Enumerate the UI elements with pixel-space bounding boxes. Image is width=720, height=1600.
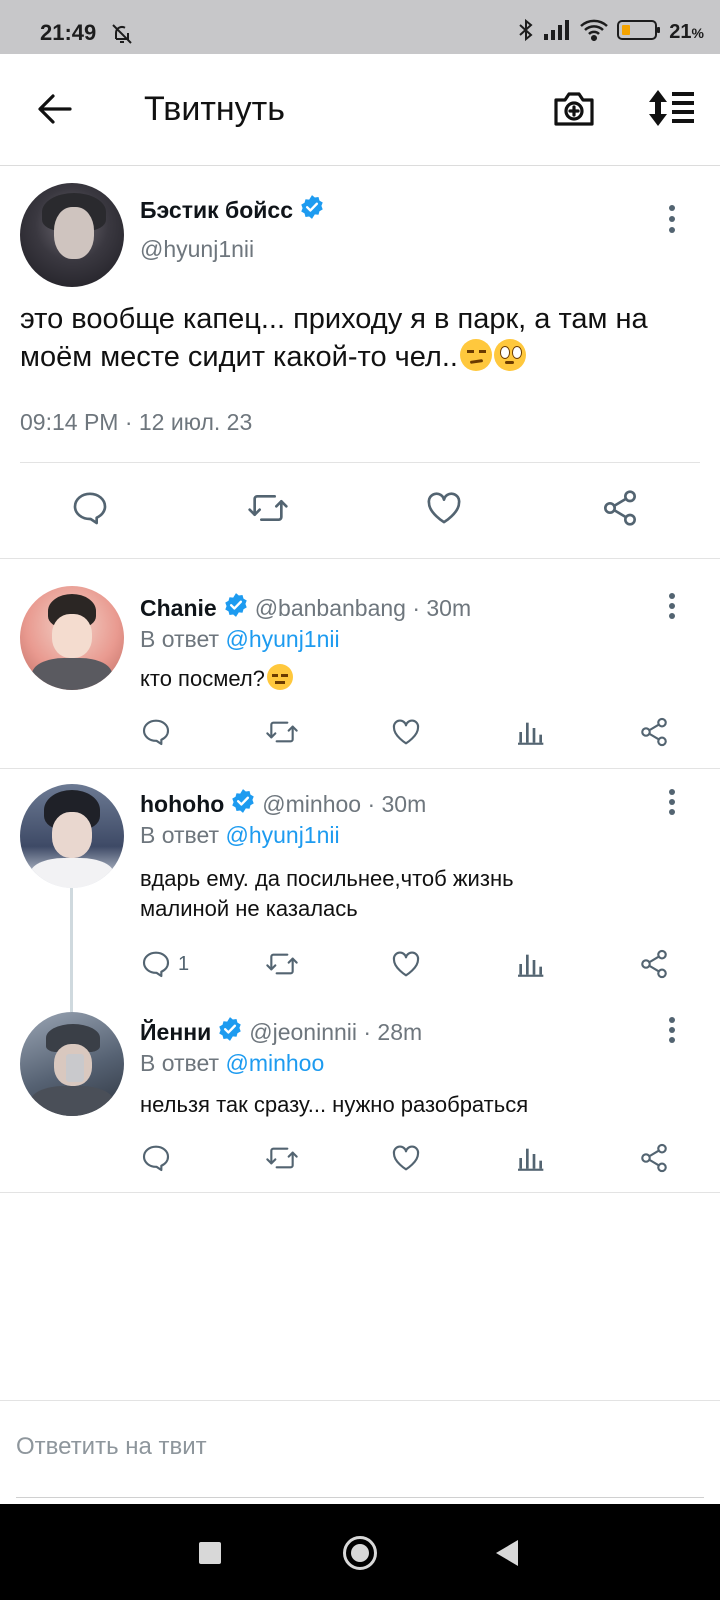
sort-icon[interactable]	[648, 88, 696, 133]
in-reply-to: В ответ @hyunj1nii	[140, 626, 340, 652]
reply-icon[interactable]: 1	[140, 948, 189, 980]
like-icon[interactable]	[424, 488, 464, 533]
author-meta: @jeoninnii · 28m	[249, 1018, 423, 1045]
bell-off-icon	[110, 22, 134, 51]
back-arrow-icon[interactable]	[34, 88, 76, 135]
author-meta: @minhoo · 30m	[262, 790, 427, 817]
divider	[0, 1192, 720, 1193]
reply-text: нельзя так сразу... нужно разобраться	[140, 1092, 529, 1117]
analytics-icon[interactable]	[514, 948, 546, 980]
mention-link[interactable]: @hyunj1nii	[225, 822, 339, 848]
like-icon[interactable]	[390, 948, 422, 980]
reply-header: hohoho @minhoo · 30m	[140, 788, 426, 820]
author-handle: @hyunj1nii	[140, 236, 255, 262]
retweet-icon[interactable]	[264, 716, 300, 748]
reply-header: Chanie @banbanbang · 30m	[140, 592, 471, 624]
more-options-icon[interactable]	[668, 592, 676, 625]
reply-actions	[0, 1142, 720, 1182]
reply-icon[interactable]	[140, 1142, 172, 1174]
expressionless-face-icon	[266, 664, 293, 690]
unamused-face-icon	[459, 339, 492, 371]
author-name[interactable]: Йенни	[140, 1019, 211, 1046]
share-icon[interactable]	[638, 716, 670, 748]
avatar[interactable]	[20, 586, 124, 690]
like-icon[interactable]	[390, 1142, 422, 1174]
reply-text: вдарь ему. да посильнее,чтоб жизнь малин…	[140, 866, 514, 921]
status-time: 21:49	[40, 20, 97, 45]
tweet-timestamp: 09:14 PM · 12 июл. 23	[20, 409, 253, 435]
reply-icon[interactable]	[70, 488, 110, 533]
author-name[interactable]: hohoho	[140, 791, 224, 818]
wifi-icon	[579, 19, 609, 46]
avatar[interactable]	[20, 784, 124, 888]
reply-tweet[interactable]: Йенни @jeoninnii · 28m В ответ @minhoo н…	[0, 996, 720, 1192]
mention-link[interactable]: @hyunj1nii	[225, 626, 339, 652]
verified-badge-icon	[299, 194, 325, 226]
system-nav-bar	[0, 1504, 720, 1600]
battery-percent: 21%	[669, 21, 704, 43]
author-meta: @banbanbang · 30m	[254, 594, 472, 621]
reply-tweet[interactable]: hohoho @minhoo · 30m В ответ @hyunj1nii …	[0, 768, 720, 992]
in-reply-to: В ответ @minhoo	[140, 1050, 325, 1076]
reply-tweet[interactable]: Chanie @banbanbang · 30m В ответ @hyunj1…	[0, 560, 720, 768]
more-options-icon[interactable]	[668, 1016, 676, 1049]
page-title: Твитнуть	[144, 90, 285, 128]
verified-badge-icon	[217, 1016, 243, 1048]
more-options-icon[interactable]	[668, 204, 676, 239]
author-name[interactable]: Chanie	[140, 595, 217, 622]
reply-icon[interactable]	[140, 716, 172, 748]
home-button[interactable]	[343, 1536, 377, 1570]
rolling-eyes-face-icon	[493, 339, 526, 371]
reply-compose: Ответить на твит	[0, 1400, 720, 1500]
analytics-icon[interactable]	[514, 716, 546, 748]
in-reply-to: В ответ @hyunj1nii	[140, 822, 340, 848]
recents-button[interactable]	[199, 1542, 221, 1564]
signal-icon	[543, 19, 571, 46]
reply-count: 1	[178, 952, 190, 975]
app-bar: Твитнуть	[0, 54, 720, 166]
reply-input[interactable]: Ответить на твит	[16, 1433, 207, 1461]
status-bar: 21:49 21%	[0, 0, 720, 54]
reply-text: кто посмел?	[140, 664, 700, 694]
battery-icon	[617, 19, 661, 46]
reply-actions: 1	[0, 948, 720, 988]
retweet-icon[interactable]	[246, 488, 290, 533]
more-options-icon[interactable]	[668, 788, 676, 821]
camera-plus-icon[interactable]	[552, 86, 596, 135]
retweet-icon[interactable]	[264, 948, 300, 980]
main-tweet: Бэстик бойсс @hyunj1nii это вообще капец…	[0, 166, 720, 559]
avatar[interactable]	[20, 183, 124, 287]
verified-badge-icon	[223, 592, 249, 624]
input-underline	[16, 1497, 704, 1498]
mention-link[interactable]: @minhoo	[225, 1050, 324, 1076]
divider	[20, 462, 700, 463]
tweet-actions	[0, 488, 720, 536]
status-icons: 21%	[517, 18, 704, 47]
bluetooth-icon	[517, 18, 535, 47]
reply-actions	[0, 716, 720, 756]
back-button[interactable]	[496, 1540, 518, 1566]
analytics-icon[interactable]	[514, 1142, 546, 1174]
share-icon[interactable]	[600, 488, 640, 533]
tweet-text: это вообще капец... приходу я в парк, а …	[20, 303, 648, 373]
reply-header: Йенни @jeoninnii · 28m	[140, 1016, 422, 1048]
author-name[interactable]: Бэстик бойсс	[140, 194, 325, 226]
like-icon[interactable]	[390, 716, 422, 748]
share-icon[interactable]	[638, 1142, 670, 1174]
retweet-icon[interactable]	[264, 1142, 300, 1174]
verified-badge-icon	[230, 788, 256, 820]
share-icon[interactable]	[638, 948, 670, 980]
avatar[interactable]	[20, 1012, 124, 1116]
